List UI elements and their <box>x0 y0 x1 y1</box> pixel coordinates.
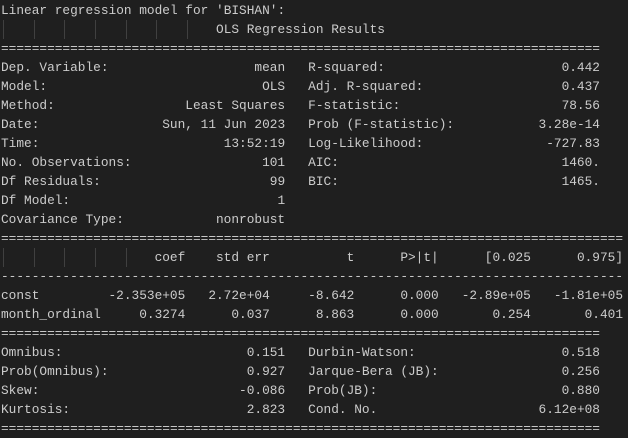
table-row: const -2.353e+05 2.72e+04 -8.642 0.000 -2.89e… <box>1 286 628 305</box>
indent-guide <box>34 20 35 39</box>
stat-value: 0.442 <box>561 60 600 75</box>
coef-header-row: coef std err t P>|t| [0.025 0.975] <box>1 248 628 267</box>
table-cell: -1.81e+05 <box>553 288 624 303</box>
stat-value: 78.56 <box>561 98 600 113</box>
separator: ========================================… <box>1 41 600 56</box>
stat-value: 0.256 <box>561 364 600 379</box>
stat-value: 6.12e+08 <box>538 402 600 417</box>
stat-row: Omnibus: 0.151 Durbin-Watson: 0.518 <box>1 343 628 362</box>
indent-guide <box>126 20 127 39</box>
stat-row: Prob(Omnibus): 0.927 Jarque-Bera (JB): 0.25… <box>1 362 628 381</box>
stat-row: Time: 13:52:19 Log-Likelihood: -727.83 <box>1 134 628 153</box>
indent-guide <box>95 20 96 39</box>
stat-row: Skew: -0.086 Prob(JB): 0.880 <box>1 381 628 400</box>
column-header: 0.975] <box>576 250 624 265</box>
stat-row: No. Observations: 101 AIC: 1460. <box>1 153 628 172</box>
output-title: Linear regression model for 'BISHAN': <box>1 3 286 18</box>
stat-row: Model: OLS Adj. R-squared: 0.437 <box>1 77 628 96</box>
stat-value: 1460. <box>561 155 600 170</box>
stat-value: 1 <box>277 193 286 208</box>
separator: ----------------------------------------… <box>1 269 624 284</box>
separator: ========================================… <box>1 326 600 341</box>
stat-row: Kurtosis: 2.823 Cond. No. 6.12e+08 <box>1 400 628 419</box>
indent-guide <box>156 20 157 39</box>
stat-row: Df Residuals: 99 BIC: 1465. <box>1 172 628 191</box>
terminal-output: Linear regression model for 'BISHAN': OL… <box>1 1 628 436</box>
stat-row: Method: Least Squares F-statistic: 78.56 <box>1 96 628 115</box>
stat-value: 3.28e-14 <box>538 117 600 132</box>
stat-row: Dep. Variable: mean R-squared: 0.442 <box>1 58 628 77</box>
table-cell: 0.401 <box>584 307 624 322</box>
stat-value: 0.518 <box>561 345 600 360</box>
table-header-line: OLS Regression Results <box>1 20 628 39</box>
stat-row: Date: Sun, 11 Jun 2023 Prob (F-statistic):… <box>1 115 628 134</box>
table-title: OLS Regression Results <box>216 22 385 37</box>
separator: ========================================… <box>1 231 624 246</box>
stat-value: nonrobust <box>216 212 286 227</box>
indent-guide <box>3 20 4 39</box>
stat-value: -727.83 <box>546 136 600 151</box>
indent-guide <box>64 20 65 39</box>
separator: ========================================… <box>1 421 600 436</box>
stat-value: 0.437 <box>561 79 600 94</box>
stat-value: 1465. <box>561 174 600 189</box>
stat-row: Covariance Type: nonrobust <box>1 210 628 229</box>
table-row: month_ordinal 0.3274 0.037 8.863 0.000 0.254 0… <box>1 305 628 324</box>
indent-guide <box>187 20 188 39</box>
stat-row: Df Model: 1 <box>1 191 628 210</box>
stat-value: 0.880 <box>561 383 600 398</box>
